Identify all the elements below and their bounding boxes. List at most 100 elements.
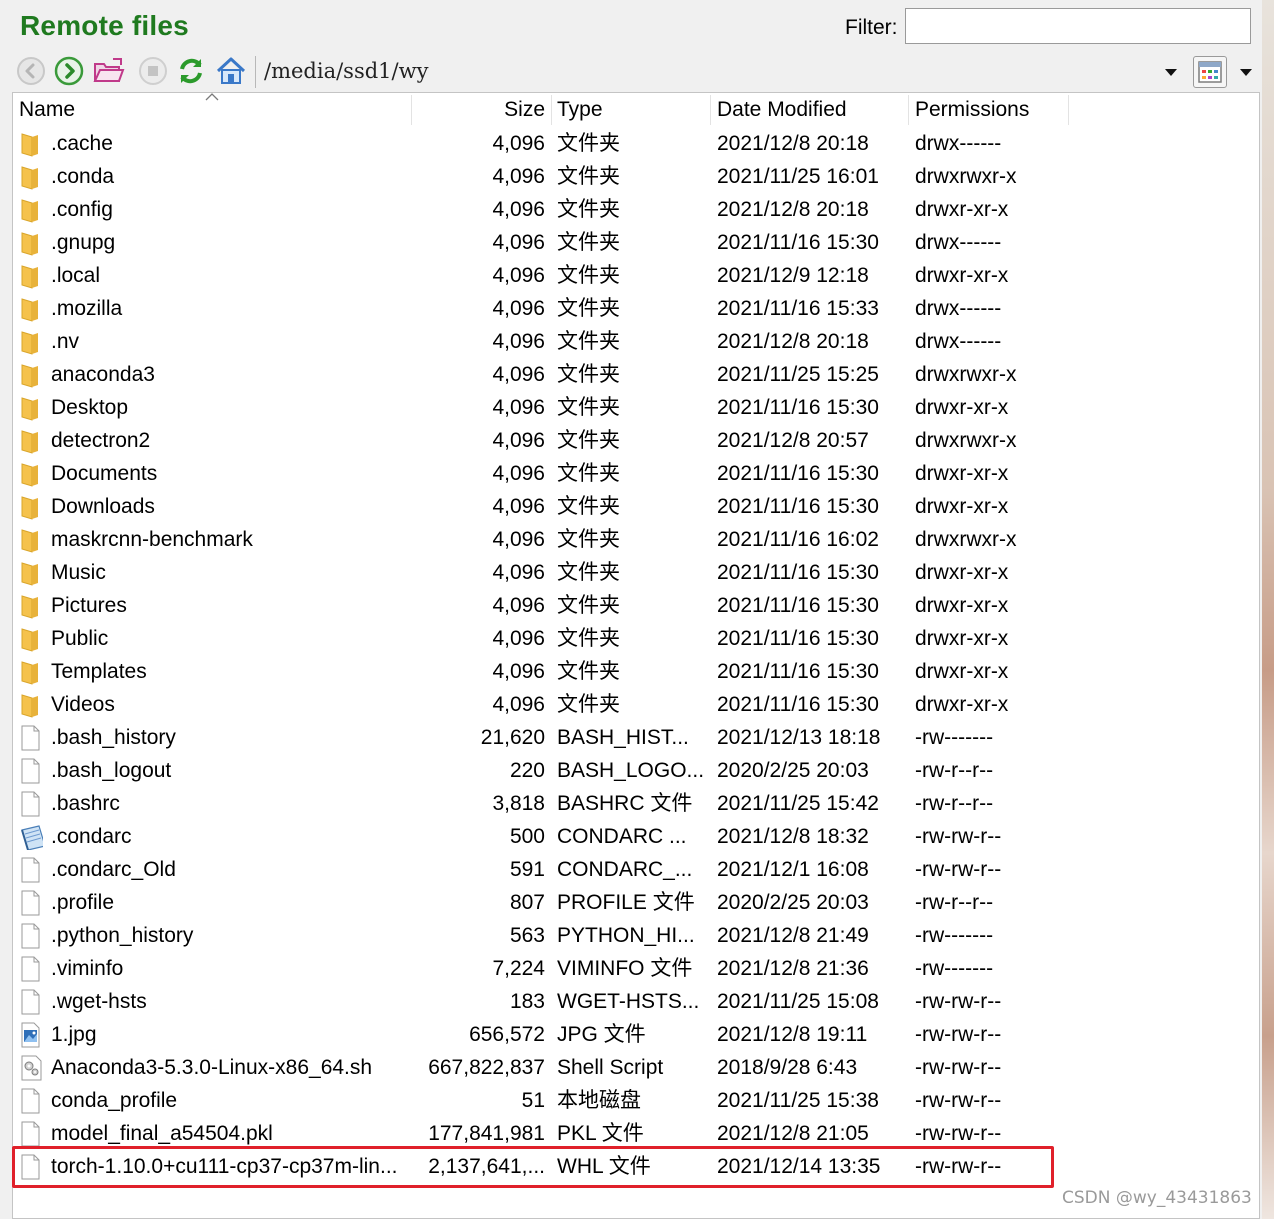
file-row[interactable]: Public 4,096 文件夹 2021/11/16 15:30 drwxr-xr-x	[13, 622, 1259, 655]
file-size: 220	[509, 759, 545, 782]
file-size: 4,096	[492, 594, 545, 617]
file-row[interactable]: maskrcnn-benchmark 4,096 文件夹 2021/11/16 16:…	[13, 523, 1259, 556]
file-type: 本地磁盘	[557, 1089, 641, 1112]
forward-icon[interactable]	[52, 54, 86, 88]
file-name: .local	[51, 264, 101, 287]
column-divider[interactable]	[908, 95, 909, 125]
file-permissions: -rw-r--r--	[915, 759, 994, 782]
stop-icon[interactable]	[136, 54, 170, 88]
file-row[interactable]: .python_history 563 PYTHON_HI... 2021/12/8 …	[13, 919, 1259, 952]
view-mode-icon[interactable]	[1193, 56, 1227, 88]
column-divider[interactable]	[710, 95, 711, 125]
file-row[interactable]: Documents 4,096 文件夹 2021/11/16 15:30 drwxr-x…	[13, 457, 1259, 490]
file-type: VIMINFO 文件	[557, 957, 693, 980]
file-size: 4,096	[492, 660, 545, 683]
file-name: torch-1.10.0+cu111-cp37-cp37m-lin...	[51, 1155, 398, 1178]
path-text[interactable]: /media/ssd1/wy	[264, 59, 428, 83]
column-divider[interactable]	[551, 95, 552, 125]
file-row[interactable]: Pictures 4,096 文件夹 2021/11/16 15:30 drwxr-xr…	[13, 589, 1259, 622]
file-type: 文件夹	[557, 330, 620, 353]
file-row[interactable]: .bash_history 21,620 BASH_HIST... 2021/12/1…	[13, 721, 1259, 754]
home-icon[interactable]	[214, 54, 248, 88]
open-folder-icon[interactable]	[92, 54, 126, 88]
file-permissions: -rw-rw-r--	[915, 1056, 1002, 1079]
file-row[interactable]: .profile 807 PROFILE 文件 2020/2/25 20:03 -rw-…	[13, 886, 1259, 919]
file-date-modified: 2021/12/8 21:49	[717, 924, 869, 947]
file-type: 文件夹	[557, 132, 620, 155]
file-row[interactable]: anaconda3 4,096 文件夹 2021/11/25 15:25 drwxrwx…	[13, 358, 1259, 391]
file-type: 文件夹	[557, 462, 620, 485]
file-row[interactable]: .condarc 500 CONDARC ... 2021/12/8 18:32 -rw…	[13, 820, 1259, 853]
file-size: 4,096	[492, 429, 545, 452]
file-permissions: -rw-r--r--	[915, 891, 994, 914]
file-permissions: drwx------	[915, 297, 1002, 320]
file-size: 4,096	[492, 693, 545, 716]
file-date-modified: 2021/12/13 18:18	[717, 726, 881, 749]
file-size: 667,822,837	[428, 1056, 545, 1079]
column-divider[interactable]	[411, 95, 412, 125]
file-date-modified: 2021/12/8 20:18	[717, 132, 869, 155]
file-size: 21,620	[480, 726, 545, 749]
file-row[interactable]: .condarc_Old 591 CONDARC_... 2021/12/1 16:0…	[13, 853, 1259, 886]
file-permissions: drwxrwxr-x	[915, 429, 1017, 452]
file-size: 656,572	[469, 1023, 545, 1046]
file-row[interactable]: .local 4,096 文件夹 2021/12/9 12:18 drwxr-xr-x	[13, 259, 1259, 292]
watermark: CSDN @wy_43431863	[1062, 1188, 1252, 1208]
file-row[interactable]: .config 4,096 文件夹 2021/12/8 20:18 drwxr-xr-x	[13, 193, 1259, 226]
file-row[interactable]: .nv 4,096 文件夹 2021/12/8 20:18 drwx------	[13, 325, 1259, 358]
file-row[interactable]: .bashrc 3,818 BASHRC 文件 2021/11/25 15:42 -rw…	[13, 787, 1259, 820]
file-row[interactable]: Videos 4,096 文件夹 2021/11/16 15:30 drwxr-xr-x	[13, 688, 1259, 721]
file-row[interactable]: .gnupg 4,096 文件夹 2021/11/16 15:30 drwx------	[13, 226, 1259, 259]
back-icon[interactable]	[14, 54, 48, 88]
file-row[interactable]: Desktop 4,096 文件夹 2021/11/16 15:30 drwxr-xr-…	[13, 391, 1259, 424]
file-row[interactable]: 1.jpg 656,572 JPG 文件 2021/12/8 19:11 -rw-rw-…	[13, 1018, 1259, 1051]
sort-ascending-icon	[205, 93, 219, 101]
file-type: JPG 文件	[557, 1023, 646, 1046]
file-date-modified: 2021/11/16 15:30	[717, 231, 879, 254]
path-bar[interactable]: /media/ssd1/wy	[255, 56, 1185, 88]
file-list-header: Name Size Type Date Modified Permissions	[13, 93, 1259, 127]
file-type: 文件夹	[557, 363, 620, 386]
file-row[interactable]: Downloads 4,096 文件夹 2021/11/16 15:30 drwxr-x…	[13, 490, 1259, 523]
file-name: 1.jpg	[51, 1023, 97, 1046]
file-row[interactable]: .wget-hsts 183 WGET-HSTS... 2021/11/25 15:0…	[13, 985, 1259, 1018]
file-row[interactable]: detectron2 4,096 文件夹 2021/12/8 20:57 drwxrwx…	[13, 424, 1259, 457]
refresh-icon[interactable]	[174, 54, 208, 88]
column-header-size[interactable]: Size	[413, 93, 545, 127]
file-row[interactable]: torch-1.10.0+cu111-cp37-cp37m-lin... 2,13…	[13, 1150, 1259, 1183]
file-row[interactable]: model_final_a54504.pkl 177,841,981 PKL 文件 2…	[13, 1117, 1259, 1150]
file-row[interactable]: Templates 4,096 文件夹 2021/11/16 15:30 drwxr-x…	[13, 655, 1259, 688]
file-row[interactable]: .cache 4,096 文件夹 2021/12/8 20:18 drwx------	[13, 127, 1259, 160]
path-dropdown-icon[interactable]	[1162, 62, 1180, 82]
file-list[interactable]: Name Size Type Date Modified Permissions…	[12, 92, 1260, 1219]
file-type: 文件夹	[557, 297, 620, 320]
file-icon	[19, 857, 43, 883]
column-divider[interactable]	[1068, 95, 1069, 125]
file-row[interactable]: Music 4,096 文件夹 2021/11/16 15:30 drwxr-xr-x	[13, 556, 1259, 589]
file-permissions: drwxr-xr-x	[915, 660, 1009, 683]
file-row[interactable]: .mozilla 4,096 文件夹 2021/11/16 15:33 drwx----…	[13, 292, 1259, 325]
column-header-type[interactable]: Type	[557, 93, 603, 127]
file-row[interactable]: .viminfo 7,224 VIMINFO 文件 2021/12/8 21:36 -r…	[13, 952, 1259, 985]
file-type: Shell Script	[557, 1056, 664, 1079]
image-icon	[19, 1022, 43, 1048]
filter-input[interactable]	[905, 8, 1251, 44]
file-date-modified: 2021/11/16 15:30	[717, 495, 879, 518]
script-icon	[19, 1055, 43, 1081]
column-header-permissions[interactable]: Permissions	[915, 93, 1029, 127]
column-header-date[interactable]: Date Modified	[717, 93, 847, 127]
file-permissions: drwxr-xr-x	[915, 495, 1009, 518]
file-row[interactable]: .bash_logout 220 BASH_LOGO... 2020/2/25 20:…	[13, 754, 1259, 787]
file-type: BASH_HIST...	[557, 726, 689, 749]
file-permissions: -rw-rw-r--	[915, 990, 1002, 1013]
file-row[interactable]: Anaconda3-5.3.0-Linux-x86_64.sh 667,822,8…	[13, 1051, 1259, 1084]
file-permissions: -rw-rw-r--	[915, 1155, 1002, 1178]
view-dropdown-icon[interactable]	[1238, 62, 1254, 82]
file-date-modified: 2021/12/9 12:18	[717, 264, 869, 287]
file-size: 183	[509, 990, 545, 1013]
file-date-modified: 2021/12/8 20:57	[717, 429, 869, 452]
file-row[interactable]: .conda 4,096 文件夹 2021/11/25 16:01 drwxrwxr-x	[13, 160, 1259, 193]
file-permissions: -rw-------	[915, 726, 994, 749]
file-row[interactable]: conda_profile 51 本地磁盘 2021/11/25 15:38 -rw-r…	[13, 1084, 1259, 1117]
column-header-name[interactable]: Name	[19, 93, 75, 127]
